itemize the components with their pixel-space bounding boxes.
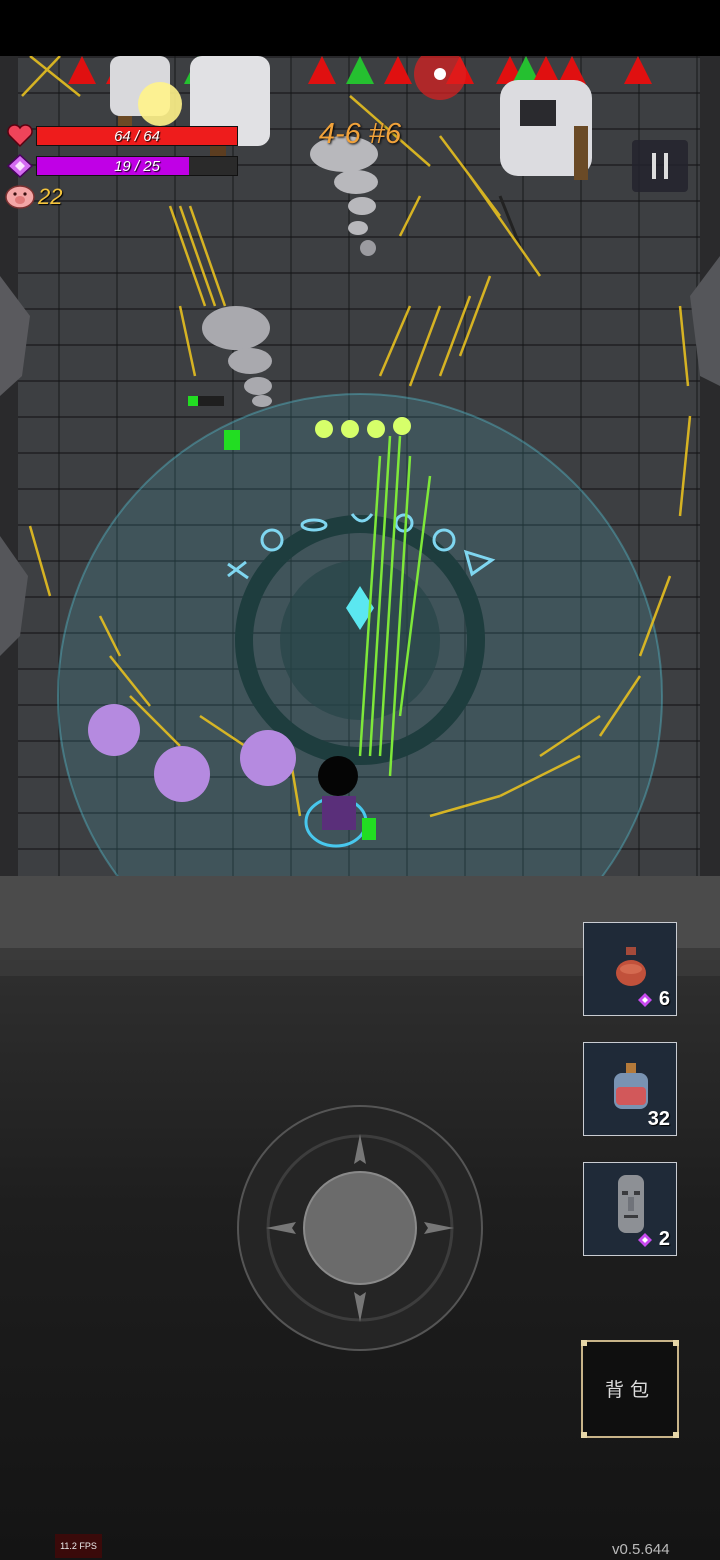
purple-blob-enemy [88,704,140,756]
top-status-bar [0,0,720,56]
enemy-marker [532,56,560,84]
hp-bar: 64 / 64 [36,126,238,146]
inventory-slot-red-potion[interactable]: 32 [583,1042,677,1136]
enemy-marker [624,56,652,84]
inventory-slot-clay-pot[interactable]: 6 [583,922,677,1016]
pig-coin-icon [5,185,35,209]
tornado-spell [202,306,272,407]
corner-decoration [581,1340,587,1346]
hp-text: 64 / 64 [114,128,160,145]
red-eye-pupil [434,68,446,80]
enemy-health-fill [188,396,198,406]
tornado-spell [310,136,378,256]
heart-icon [7,124,33,148]
item-count: 6 [658,988,670,1010]
clay-pot-icon [616,947,646,986]
enemy-marker [384,56,412,84]
coin-count: 22 [38,184,63,209]
enemy-marker [68,56,96,84]
left-wall [0,56,18,876]
corner-decoration [581,1432,587,1438]
green-slime-enemy [224,430,240,450]
item-count: 2 [658,1228,670,1250]
mana-text: 19 / 25 [114,158,160,175]
mana-bar: 19 / 25 [36,156,238,176]
purple-blob-enemy [240,730,296,786]
virtual-joystick[interactable] [236,1104,484,1352]
inventory-slot-stone-statue[interactable]: 2 [583,1162,677,1256]
red-potion-icon [614,1063,648,1109]
pause-icon-bar [664,153,668,179]
corner-decoration [673,1340,679,1346]
game-arena[interactable] [0,56,720,876]
item-count: 32 [647,1108,670,1130]
right-wall [700,56,720,876]
pause-button[interactable] [632,140,688,192]
backpack-button[interactable]: 背包 [581,1340,679,1438]
enemy-marker [558,56,586,84]
backpack-label: 背包 [604,1379,655,1401]
enemy-marker [308,56,336,84]
pause-icon [652,153,656,179]
purple-blob-enemy [154,746,210,802]
gem-icon [638,1233,652,1247]
corner-decoration [673,1432,679,1438]
stage-label: 4-6 #6 [318,118,402,150]
joystick-knob [303,1171,417,1285]
armored-knight-enemy [498,80,592,247]
gem-icon [638,993,652,1007]
fps-counter: 11.2 FPS [55,1534,102,1558]
gem-icon [6,154,34,178]
ally-marker [346,56,374,84]
version-label: v0.5.644 [612,1541,670,1558]
moai-statue-icon [618,1175,644,1233]
